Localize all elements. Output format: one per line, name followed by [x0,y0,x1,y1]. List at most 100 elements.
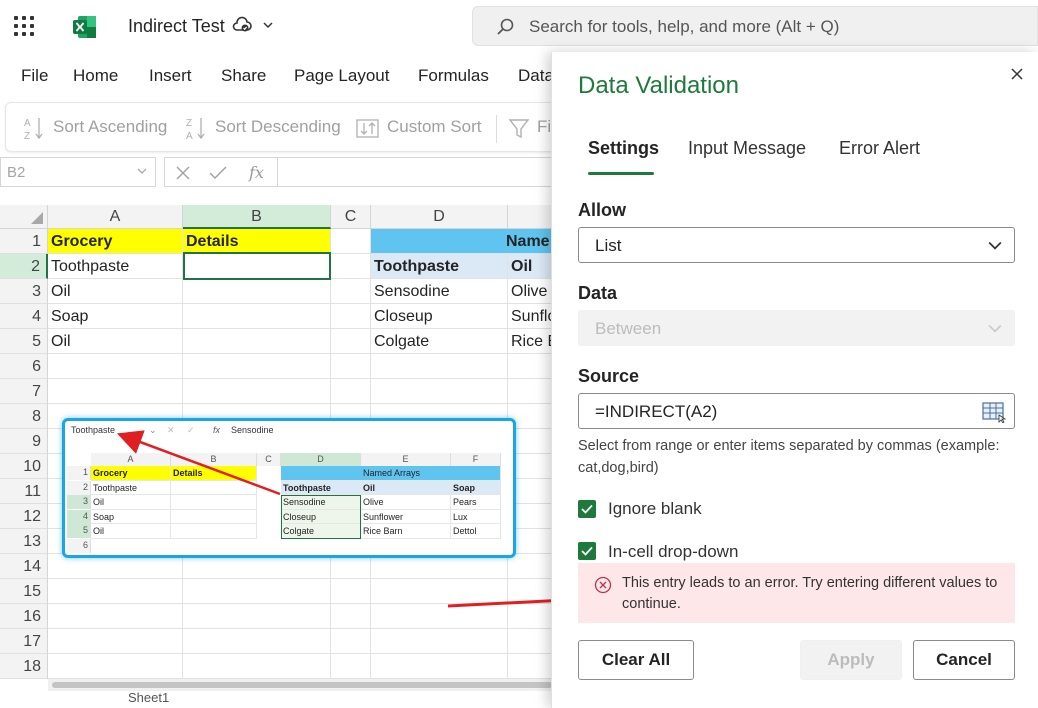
cell-d4[interactable]: Closeup [371,304,508,329]
horizontal-scrollbar[interactable] [48,679,560,691]
column-header-b[interactable]: B [183,205,331,229]
ignore-blank-checkbox[interactable] [578,500,596,518]
svg-text:A: A [24,118,31,129]
cell-b1[interactable]: Details [183,229,331,254]
document-status-icons[interactable] [232,16,274,34]
chevron-down-icon [988,241,1002,250]
row-header[interactable]: 10 [0,454,48,479]
range-picker-icon[interactable] [982,401,1006,423]
column-header-c[interactable]: C [331,205,371,229]
tab-settings[interactable]: Settings [588,138,659,159]
inset-cell: Named Arrays [281,466,501,481]
error-icon [594,576,612,594]
custom-sort-button[interactable]: Custom Sort [387,117,481,137]
inset-formula-bar: Toothpaste ⌄ ✕ ✓ fx Sensodine [67,425,511,439]
cell-d1[interactable]: Name [371,229,560,254]
tab-page-layout[interactable]: Page Layout [294,66,389,86]
source-input[interactable]: =INDIRECT(A2) [578,393,1015,429]
row-header[interactable]: 4 [0,304,48,329]
inset-cell: Grocery [91,466,171,481]
inset-check-icon: ✓ [187,425,195,435]
row-header[interactable]: 6 [0,354,48,379]
sort-descending-icon: Z A [186,118,205,141]
row-header[interactable]: 11 [0,479,48,504]
column-header-d[interactable]: D [371,205,508,229]
inset-chevron-icon: ⌄ [149,425,157,435]
row-header[interactable]: 9 [0,429,48,454]
ignore-blank-label[interactable]: Ignore blank [608,499,702,519]
search-placeholder: Search for tools, help, and more (Alt + … [529,17,840,36]
sort-descending-button[interactable]: Sort Descending [215,117,341,137]
cell-d3[interactable]: Sensodine [371,279,508,304]
source-hint: Select from range or enter items separat… [578,438,1000,476]
filter-button[interactable]: Fi [537,117,551,137]
tab-error-alert[interactable]: Error Alert [839,138,920,159]
cell-d5[interactable]: Colgate [371,329,508,354]
row-header[interactable]: 1 [0,229,48,254]
title-bar: Indirect Test Search for tools, help, an… [0,0,1038,54]
close-icon[interactable] [1009,66,1025,82]
in-cell-dropdown-checkbox[interactable] [578,542,596,560]
search-box[interactable]: Search for tools, help, and more (Alt + … [472,6,1038,46]
check-icon[interactable] [209,165,227,181]
clear-all-button[interactable]: Clear All [578,640,694,680]
select-all-corner[interactable] [0,205,48,229]
sort-ascending-button[interactable]: Sort Ascending [53,117,167,137]
cancel-x-icon[interactable] [175,165,191,181]
ribbon-separator [496,115,497,143]
row-header[interactable]: 15 [0,579,48,604]
tab-home[interactable]: Home [73,66,118,86]
chevron-down-icon [988,324,1002,333]
active-cell-b2[interactable] [183,252,331,280]
row-header[interactable]: 5 [0,329,48,354]
name-box-value: B2 [7,164,26,181]
inset-row-header: 5 [67,524,91,538]
tab-file[interactable]: File [21,66,48,86]
row-header[interactable]: 17 [0,629,48,654]
document-title[interactable]: Indirect Test [128,16,225,37]
cell-a5[interactable]: Oil [48,329,183,354]
row-header[interactable]: 12 [0,504,48,529]
cell-a4[interactable]: Soap [48,304,183,329]
cell-a3[interactable]: Oil [48,279,183,304]
fx-icon[interactable]: fx [249,163,264,182]
grid-row-line [48,378,560,379]
inset-name-box: Toothpaste [71,425,116,435]
cell-d2[interactable]: Toothpaste [371,254,508,279]
scrollbar-thumb[interactable] [52,682,552,688]
data-select: Between [578,310,1015,346]
allow-select[interactable]: List [578,227,1015,263]
row-header[interactable]: 13 [0,529,48,554]
inset-cell [171,524,257,539]
row-header[interactable]: 14 [0,554,48,579]
formula-input[interactable] [278,157,560,187]
tab-share[interactable]: Share [221,66,266,86]
column-header-a[interactable]: A [48,205,183,229]
row-header[interactable]: 2 [0,254,48,279]
cell-a2[interactable]: Toothpaste [48,254,183,279]
inset-screenshot: Toothpaste ⌄ ✕ ✓ fx Sensodine ABCDEF 1234… [62,418,516,558]
name-box[interactable]: B2 [0,157,156,187]
tab-input-message[interactable]: Input Message [688,138,806,159]
tab-formulas[interactable]: Formulas [418,66,489,86]
excel-logo-icon [73,16,96,38]
row-header[interactable]: 18 [0,654,48,679]
inset-column-header: F [451,453,501,466]
grid-row-line [48,628,560,629]
custom-sort-icon [356,119,379,138]
row-header[interactable]: 8 [0,404,48,429]
app-launcher-icon[interactable] [14,16,34,36]
tab-data[interactable]: Data [518,66,554,86]
inset-row-header: 4 [67,509,91,524]
row-header[interactable]: 3 [0,279,48,304]
row-header[interactable]: 7 [0,379,48,404]
row-header[interactable]: 16 [0,604,48,629]
cancel-button[interactable]: Cancel [913,640,1015,680]
tab-insert[interactable]: Insert [149,66,192,86]
sheet-tab-sheet1[interactable]: Sheet1 [128,690,169,704]
cell-a1[interactable]: Grocery [48,229,183,254]
apply-button[interactable]: Apply [800,640,902,680]
in-cell-dropdown-label[interactable]: In-cell drop-down [608,542,738,562]
svg-text:Z: Z [24,131,30,141]
checkmark-icon [581,546,593,556]
